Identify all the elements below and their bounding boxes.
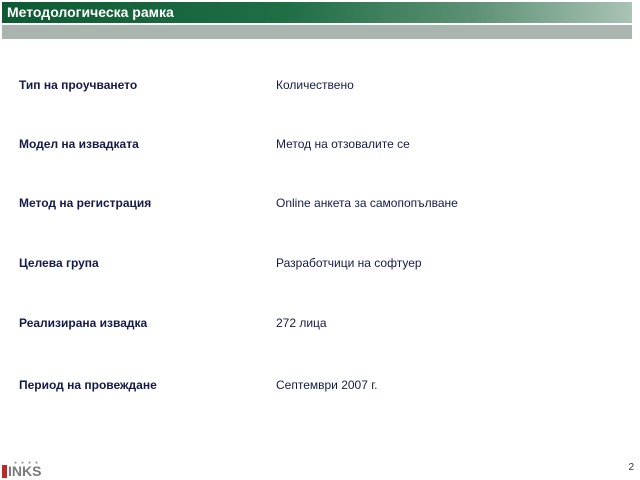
row-label: Модел на извадката	[19, 137, 139, 151]
row-value: Септември 2007 г.	[276, 378, 378, 392]
slide: Методологическа рамка Тип на проучването…	[0, 0, 640, 480]
row-label: Целева група	[19, 256, 99, 270]
row-value: Количествено	[276, 78, 354, 92]
table-row: Метод на регистрация Online анкета за са…	[0, 194, 640, 212]
row-value: 272 лица	[276, 316, 327, 330]
links-logo: ●●●● INKS	[2, 461, 52, 479]
row-label: Тип на проучването	[19, 78, 138, 92]
logo-accent-icon	[2, 465, 7, 478]
page-number: 2	[628, 462, 634, 473]
row-label: Метод на регистрация	[19, 196, 152, 210]
logo-text: INKS	[8, 463, 42, 479]
row-value: Online анкета за самопопълване	[276, 196, 458, 210]
table-row: Период на провеждане Септември 2007 г.	[0, 376, 640, 394]
methodology-table: Тип на проучването Количествено Модел на…	[0, 0, 640, 480]
table-row: Целева група Разработчици на софтуер	[0, 254, 640, 272]
row-label: Реализирана извадка	[19, 316, 148, 330]
row-label: Период на провеждане	[19, 378, 157, 392]
row-value: Разработчици на софтуер	[276, 256, 422, 270]
table-row: Модел на извадката Метод на отзовалите с…	[0, 135, 640, 153]
row-value: Метод на отзовалите се	[276, 137, 410, 151]
table-row: Реализирана извадка 272 лица	[0, 314, 640, 332]
table-row: Тип на проучването Количествено	[0, 76, 640, 94]
